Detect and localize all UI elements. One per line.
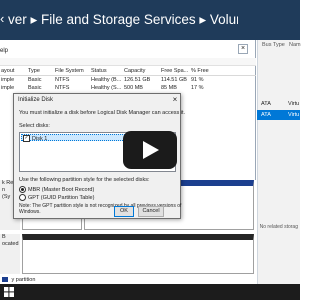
legend-label: y partition [11,277,36,283]
column-layout[interactable]: ayout [1,67,25,76]
empty-state-text: No related storag [259,224,298,230]
cell-capacity: 126.51 GB [124,77,151,83]
disks-panel [257,40,300,284]
gpt-note-line2: Windows. [19,209,41,215]
legend-swatch [2,277,8,283]
column-capacity[interactable]: Capacity [124,67,158,76]
cell-status: Healthy (S... [91,85,122,91]
cell-layout: imple [1,77,15,83]
table-row[interactable]: imple Basic NTFS Healthy (B... 126.51 GB… [0,76,256,84]
radio-mbr[interactable]: MBR (Master Boot Record) [19,186,94,193]
legend: y partition [0,276,256,284]
volume-list-header: ayout Type File System Status Capacity F… [0,67,256,76]
menu-bar: elp [0,46,256,57]
cell-name: Virtu [288,112,300,118]
server-manager-header: ‹ ver ▸ File and Storage Services ▸ Volu… [0,0,300,40]
column-file-system[interactable]: File System [55,67,89,76]
column-percent-free[interactable]: % Free [191,67,213,76]
checkbox-icon[interactable]: ✓ [23,135,30,142]
cell-free-space: 114.51 GB [161,77,187,83]
column-type[interactable]: Type [28,67,52,76]
cell-free-space: 85 MB [161,85,177,91]
cell-name: Virtu [288,101,300,107]
menu-help[interactable]: elp [0,46,20,57]
toolbar [0,58,256,66]
cell-type: Basic [28,77,42,83]
cell-layout: imple [1,85,15,91]
radio-icon[interactable] [19,186,26,193]
radio-mbr-label: MBR (Master Boot Record) [28,186,95,193]
cell-capacity: 500 MB [124,85,143,91]
play-button[interactable] [123,131,177,169]
disk-item-label: Disk 1 [32,135,48,142]
column-status[interactable]: Status [91,67,121,76]
cell-bus-type: ATA [261,112,271,118]
radio-gpt-label: GPT (GUID Partition Table) [28,194,95,201]
cell-type: Basic [28,85,42,91]
dialog-intro: You must initialize a disk before Logica… [19,110,186,116]
cell-status: Healthy (B... [91,77,122,83]
cell-bus-type: ATA [261,101,271,107]
radio-gpt[interactable]: GPT (GUID Partition Table) [19,194,94,201]
close-icon[interactable]: × [238,44,248,54]
taskbar [0,284,300,300]
cell-file-system: NTFS [55,85,70,91]
disk-1-label[interactable]: B ocated [0,234,20,274]
play-icon [143,141,159,159]
column-bus-type[interactable]: Bus Type [262,40,285,50]
partition-style-label: Use the following partition style for th… [19,177,150,183]
select-disks-label: Select disks: [19,123,50,129]
disk-1-label-line: B [2,234,6,240]
breadcrumb: ver ▸ File and Storage Services ▸ Volume… [8,12,238,27]
table-row[interactable]: imple Basic NTFS Healthy (S... 500 MB 85… [0,84,256,92]
radio-icon[interactable] [19,194,26,201]
close-icon[interactable]: × [170,95,180,105]
partition-unallocated[interactable] [22,234,254,274]
table-row[interactable]: ATA Virtu [257,99,300,109]
ok-button[interactable]: OK [114,206,134,217]
column-free-space[interactable]: Free Spa... [161,67,189,76]
cell-percent-free: 91 % [191,77,204,83]
cell-percent-free: 17 % [191,85,204,91]
disk-1-label-line: ocated [2,241,19,247]
table-row[interactable]: ATA Virtu [257,110,300,120]
cancel-button[interactable]: Cancel [138,206,164,217]
dialog-title: Initialize Disk [18,97,54,103]
cell-file-system: NTFS [55,77,70,83]
windows-start-icon[interactable] [4,287,14,297]
column-name[interactable]: Nam [289,40,301,50]
